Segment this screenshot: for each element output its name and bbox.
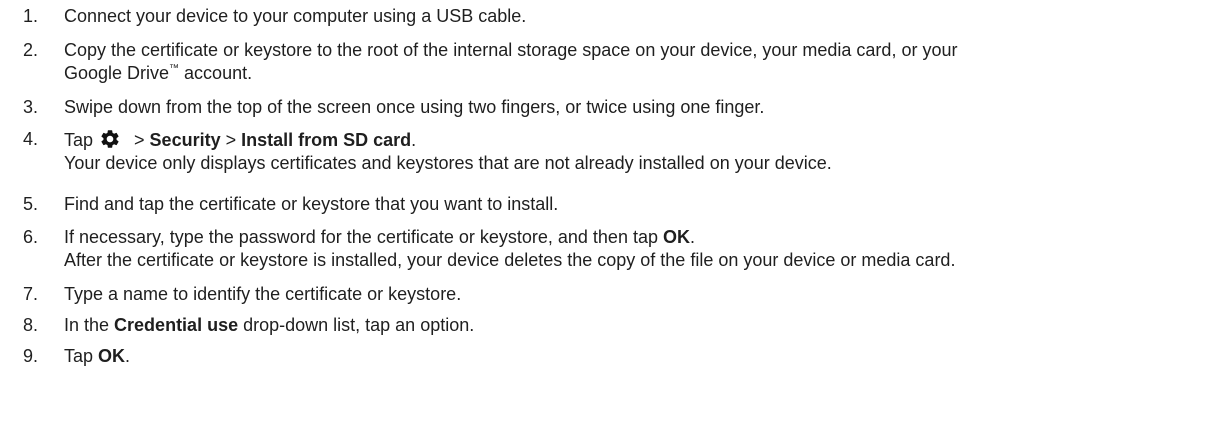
step-number: 5. — [23, 194, 39, 214]
step-number: 7. — [23, 284, 39, 304]
step-number: 9. — [23, 346, 39, 366]
period: . — [689, 227, 695, 247]
step-text: Find and tap the certificate or keystore… — [64, 194, 559, 214]
period: . — [125, 346, 131, 366]
step-text-part: In the — [64, 315, 115, 335]
ok-label: OK — [98, 346, 126, 366]
trademark-symbol: ™ — [169, 63, 180, 74]
security-label: Security — [149, 130, 221, 150]
credential-use-label: Credential use — [114, 315, 239, 335]
step-text: Swipe down from the top of the screen on… — [64, 97, 765, 117]
step-text: Copy the certificate or keystore to the … — [64, 40, 958, 60]
ok-label: OK — [662, 227, 690, 247]
step-body: Tap > Security > Install from SD card. Y… — [64, 128, 1200, 175]
step-text: Type a name to identify the certificate … — [64, 284, 462, 304]
google-drive-text: Google Drive — [64, 63, 170, 83]
step-text-part: Tap — [64, 346, 99, 366]
step-number: 2. — [23, 40, 39, 60]
step-text: If necessary, type the password for the … — [64, 226, 1200, 249]
step-number: 4. — [23, 129, 39, 149]
step-number: 1. — [23, 6, 39, 26]
gear-icon — [99, 128, 121, 150]
period: . — [411, 130, 417, 150]
step-text-continued: Google Drive™ account. — [64, 62, 1200, 85]
step-number: 3. — [23, 97, 39, 117]
step-text: Tap OK. — [64, 345, 1200, 368]
separator: > — [220, 130, 242, 150]
account-text: account. — [179, 63, 253, 83]
separator: > — [129, 130, 150, 150]
step-number: 8. — [23, 315, 39, 335]
step-text: Connect your device to your computer usi… — [64, 6, 527, 26]
tap-text: Tap — [64, 130, 94, 150]
step-text-part: If necessary, type the password for the … — [64, 227, 663, 247]
step-text: In the Credential use drop-down list, ta… — [64, 314, 1200, 337]
step-body: Copy the certificate or keystore to the … — [64, 39, 1200, 85]
step-body: If necessary, type the password for the … — [64, 226, 1200, 272]
step-note: Your device only displays certificates a… — [64, 153, 832, 173]
step-text: Tap > Security > Install from SD card. — [64, 128, 1200, 152]
step-text-part: drop-down list, tap an option. — [238, 315, 475, 335]
step-number: 6. — [23, 227, 39, 247]
install-from-sd-card-label: Install from SD card — [241, 130, 412, 150]
step-note: After the certificate or keystore is ins… — [64, 250, 956, 270]
